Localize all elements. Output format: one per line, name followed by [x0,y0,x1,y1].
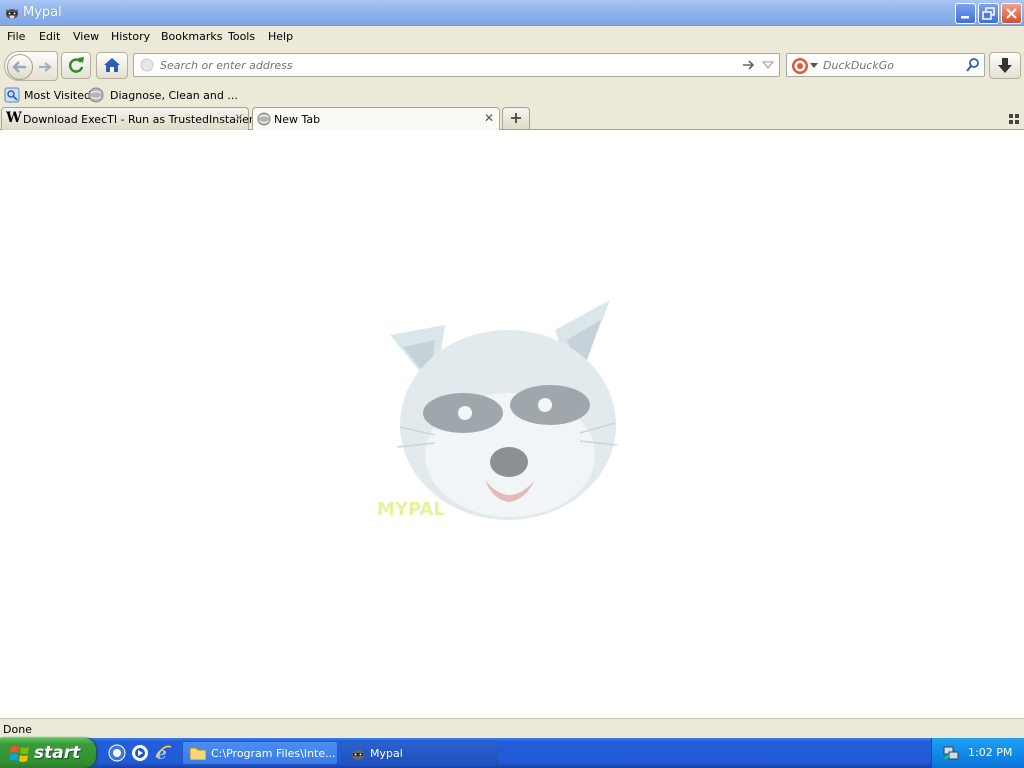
menu-tools[interactable]: Tools [228,30,255,43]
status-text: Done [3,723,32,736]
task-mypal[interactable]: Mypal [341,741,499,765]
status-bar: Done [0,718,1024,738]
window-title: Mypal [23,5,62,20]
clock[interactable]: 1:02 PM [968,746,1012,759]
address-input[interactable] [160,58,730,73]
close-icon [1006,8,1017,19]
navigation-toolbar [0,48,1024,84]
menu-bookmarks[interactable]: Bookmarks [161,30,222,43]
restore-button[interactable] [978,3,999,24]
back-arrow-icon [12,61,26,73]
forward-arrow-icon[interactable] [36,58,54,76]
network-icon[interactable] [942,744,960,762]
tab-label: New Tab [274,113,321,126]
raccoon-app-icon [6,9,18,19]
mypal-logo-text: MYPAL [377,499,445,520]
reload-icon [68,57,84,73]
task-label: C:\Program Files\Inte... [211,747,336,760]
mypal-raccoon-logo: MYPAL [377,300,618,520]
tab-close-icon[interactable]: ✕ [233,112,245,124]
plus-icon [511,113,521,123]
menu-help[interactable]: Help [268,30,293,43]
back-forward-group [4,51,58,81]
globe-icon [88,87,104,103]
folder-icon [190,747,206,760]
back-button[interactable] [7,54,33,80]
page-content: MYPAL [0,130,1024,718]
bookmark-folder-icon [4,87,20,103]
start-label: start [34,743,81,763]
search-icon[interactable] [965,57,981,73]
bookmark-most-visited[interactable]: Most Visited [4,87,91,103]
globe-icon [257,112,271,126]
title-bar: Mypal [0,0,1024,26]
task-program-files-folder[interactable]: C:\Program Files\Inte... [182,741,338,765]
bookmark-diagnose-clean[interactable]: Diagnose, Clean and ... [88,87,238,103]
task-label: Mypal [370,747,403,760]
tab-close-icon[interactable]: ✕ [483,112,495,124]
wikipedia-w-icon: W [6,110,22,126]
system-tray: 1:02 PM [931,738,1024,768]
close-window-button[interactable] [1001,3,1022,24]
menu-view[interactable]: View [73,30,99,43]
tab-new-tab[interactable]: New Tab ✕ [252,107,500,131]
mypal-icon [352,750,364,760]
menu-file[interactable]: File [7,30,25,43]
bookmark-label: Most Visited [24,89,91,102]
dropdown-arrow-icon[interactable] [762,61,774,69]
bookmarks-toolbar: Most Visited Diagnose, Clean and ... [0,84,1024,106]
restore-icon [982,7,995,20]
list-all-tabs-icon[interactable] [1009,114,1019,124]
menu-bar: File Edit View History Bookmarks Tools H… [0,26,1024,48]
media-player-icon[interactable] [131,744,149,762]
engine-dropdown-icon[interactable] [810,63,818,68]
page-identity-icon [140,58,154,72]
menu-edit[interactable]: Edit [39,30,60,43]
start-button[interactable]: start [0,738,96,768]
home-icon [104,58,120,72]
new-tab-button[interactable] [502,107,530,129]
taskbar: start e C:\Program Files\Inte... Mypal 1… [0,738,1024,768]
go-arrow-icon[interactable] [742,59,756,71]
windows-logo-icon [10,746,29,762]
address-bar[interactable] [133,53,780,77]
duckduckgo-engine-icon[interactable] [791,57,809,75]
menu-history[interactable]: History [111,30,150,43]
tab-strip: W Download ExecTI - Run as TrustedInstal… [0,106,1024,131]
reload-button[interactable] [61,52,91,79]
minimize-button[interactable] [955,3,976,24]
bookmark-label: Diagnose, Clean and ... [110,89,238,102]
minimize-icon [961,16,969,19]
download-arrow-icon [998,58,1012,73]
internet-explorer-icon[interactable]: e [154,744,172,762]
browser-quicklaunch-icon[interactable] [108,744,126,762]
search-input[interactable] [823,58,958,73]
home-button[interactable] [96,52,128,79]
downloads-button[interactable] [989,52,1021,79]
search-bar[interactable] [786,53,985,77]
tab-download-execti[interactable]: W Download ExecTI - Run as TrustedInstal… [1,107,253,130]
tab-label: Download ExecTI - Run as TrustedInstalle… [23,113,254,126]
